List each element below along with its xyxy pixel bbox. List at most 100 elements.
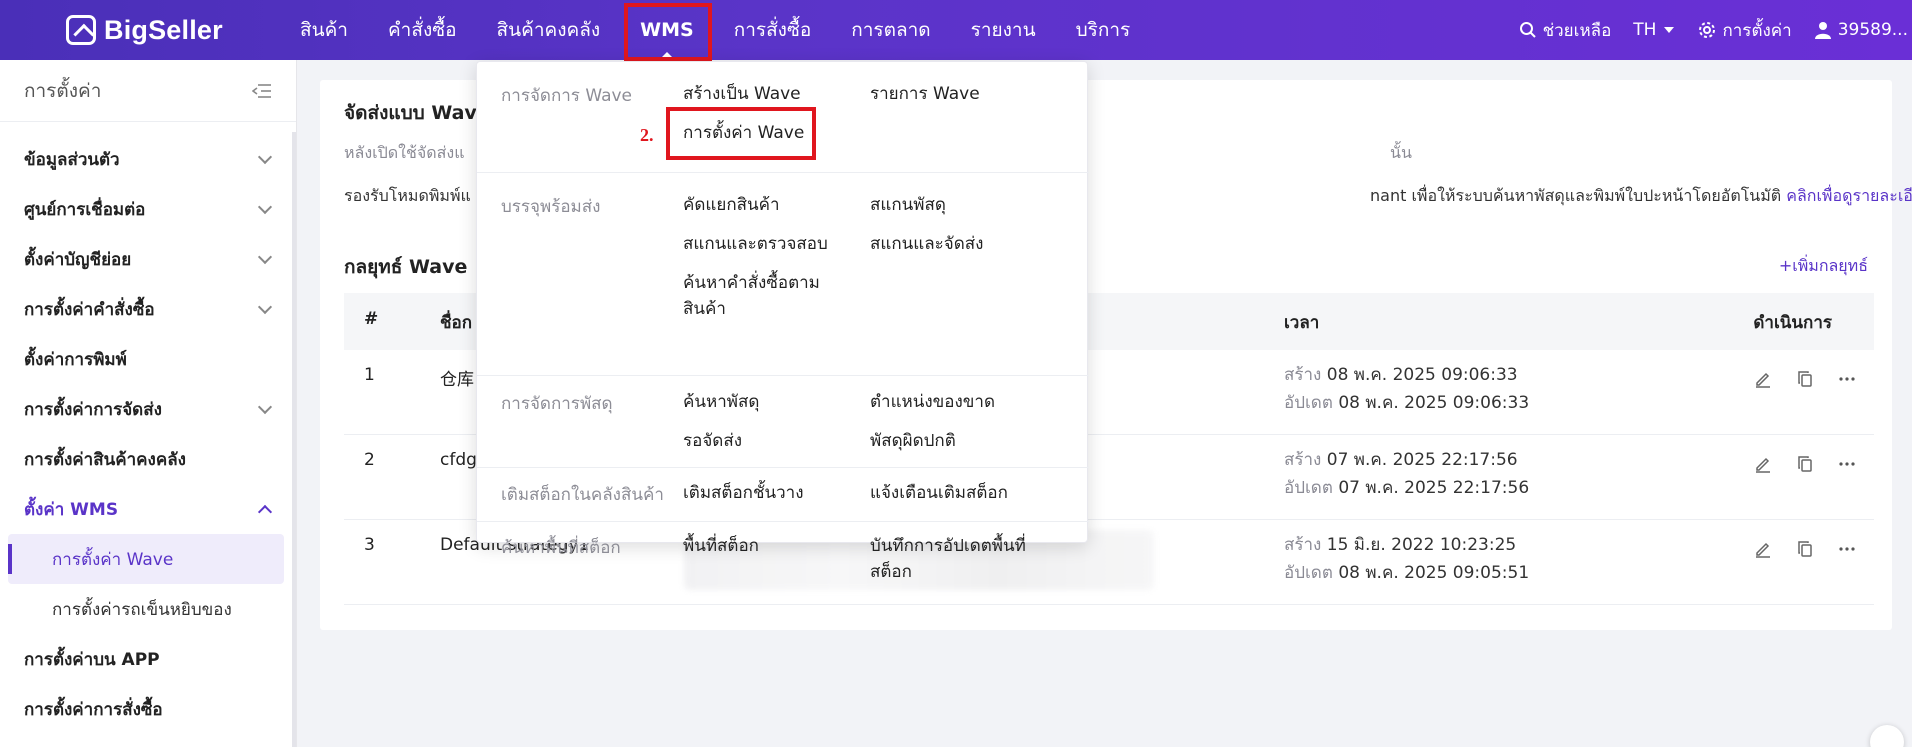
- menu-item-stock-area-log[interactable]: บันทึกการอัปเดตพื้นที่ สต็อก: [870, 533, 1026, 585]
- menu-item-label-line2: สินค้า: [683, 299, 726, 319]
- nav-reports[interactable]: รายงาน: [951, 0, 1056, 60]
- menu-item-abnormal-parcel[interactable]: พัสดุผิดปกติ: [870, 428, 956, 454]
- menu-item-stock-area[interactable]: พื้นที่สต็อก: [683, 533, 759, 559]
- updated-label: อัปเดต: [1284, 478, 1333, 498]
- copy-icon[interactable]: [1796, 370, 1814, 388]
- row-actions: [1754, 540, 1856, 558]
- sidebar-item-label: ตั้งค่า WMS: [24, 499, 119, 520]
- sidebar-header: การตั้งค่า: [0, 60, 296, 122]
- help-link[interactable]: ช่วยเหลือ: [1519, 17, 1611, 44]
- sidebar-item-subaccount[interactable]: ตั้งค่าบัญชีย่อย: [0, 234, 296, 284]
- copy-icon[interactable]: [1796, 540, 1814, 558]
- created-label: สร้าง: [1284, 365, 1322, 385]
- menu-item-missing-location[interactable]: ตำแหน่งของขาด: [870, 389, 995, 415]
- nav-purchase[interactable]: การสั่งซื้อ: [714, 0, 832, 60]
- menu-group-label: บรรจุพร้อมส่ง: [501, 197, 601, 217]
- menu-item-scan-verify[interactable]: สแกนและตรวจสอบ: [683, 231, 828, 257]
- updated-time: 08 พ.ค. 2025 09:06:33: [1338, 393, 1530, 413]
- updated-time: 07 พ.ค. 2025 22:17:56: [1338, 478, 1530, 498]
- settings-sidebar: การตั้งค่า ข้อมูลส่วนตัว ศูนย์การเชื่อมต…: [0, 60, 297, 747]
- more-icon[interactable]: [1838, 540, 1856, 558]
- created-label: สร้าง: [1284, 535, 1322, 555]
- more-icon[interactable]: [1838, 370, 1856, 388]
- sidebar-item-label: ศูนย์การเชื่อมต่อ: [24, 199, 146, 220]
- sidebar-item-integration[interactable]: ศูนย์การเชื่อมต่อ: [0, 184, 296, 234]
- wave-settings-highlight-box: [666, 107, 816, 160]
- menu-item-scan-ship[interactable]: สแกนและจัดส่ง: [870, 231, 983, 257]
- brand-logo[interactable]: BigSeller: [66, 12, 223, 48]
- user-icon: [1814, 22, 1831, 39]
- settings-label: การตั้งค่า: [1722, 20, 1792, 41]
- menu-group-label: ค้นหาพื้นที่สต็อก: [501, 538, 621, 558]
- menu-item-label-line1: ค้นหาคำสั่งซื้อตาม: [683, 273, 820, 293]
- menu-item-create-wave[interactable]: สร้างเป็น Wave: [683, 81, 801, 107]
- sidebar-item-wms[interactable]: ตั้งค่า WMS: [0, 484, 296, 534]
- nav-products[interactable]: สินค้า: [280, 0, 368, 60]
- chevron-down-icon: [257, 199, 273, 214]
- menu-item-wave-list[interactable]: รายการ Wave: [870, 81, 980, 107]
- menu-group-stock-area: ค้นหาพื้นที่สต็อก พื้นที่สต็อก บันทึกการ…: [477, 522, 1089, 582]
- row-index: 3: [364, 535, 375, 555]
- user-menu[interactable]: 39589...: [1814, 20, 1908, 40]
- created-time: 08 พ.ค. 2025 09:06:33: [1326, 365, 1518, 385]
- description-line-2: รองรับโหมดพิมพ์แ: [344, 186, 471, 205]
- language-select[interactable]: TH: [1633, 20, 1676, 40]
- menu-item-search-parcel[interactable]: ค้นหาพัสดุ: [683, 389, 759, 415]
- sidebar-scrollbar[interactable]: [292, 132, 296, 747]
- col-name: ชื่อก: [440, 313, 473, 333]
- floating-help-button[interactable]: [1870, 725, 1904, 747]
- edit-icon[interactable]: [1754, 370, 1772, 388]
- chevron-down-icon: [257, 249, 273, 264]
- updated-label: อัปเดต: [1284, 563, 1333, 583]
- sidebar-subitem-picking-cart[interactable]: การตั้งค่ารถเข็นหยิบของ: [8, 584, 284, 634]
- brand-name: BigSeller: [104, 14, 223, 45]
- menu-item-label-line2: สต็อก: [870, 562, 912, 582]
- menu-item-scan-parcel[interactable]: สแกนพัสดุ: [870, 192, 946, 218]
- nav-services[interactable]: บริการ: [1056, 0, 1151, 60]
- chevron-down-icon: [257, 399, 273, 414]
- sidebar-item-print[interactable]: ตั้งค่าการพิมพ์: [0, 334, 296, 384]
- nav-orders[interactable]: คำสั่งซื้อ: [368, 0, 477, 60]
- description-line-1: หลังเปิดใช้จัดส่งแ: [344, 143, 465, 162]
- settings-link[interactable]: การตั้งค่า: [1698, 17, 1792, 44]
- sidebar-item-inventory[interactable]: การตั้งค่าสินค้าคงคลัง: [0, 434, 296, 484]
- menu-item-replenish-alert[interactable]: แจ้งเตือนเติมสต็อก: [870, 480, 1008, 506]
- row-time: สร้าง 08 พ.ค. 2025 09:06:33 อัปเดต 08 พ.…: [1284, 361, 1529, 417]
- add-strategy-link[interactable]: +เพิ่มกลยุทธ์: [1779, 254, 1868, 279]
- collapse-menu-icon[interactable]: [252, 83, 272, 99]
- sidebar-item-purchase[interactable]: การตั้งค่าการสั่งซื้อ: [0, 684, 296, 734]
- sidebar-item-app[interactable]: การตั้งค่าบน APP: [0, 634, 296, 684]
- nav-marketing[interactable]: การตลาด: [831, 0, 950, 60]
- sidebar-item-profile[interactable]: ข้อมูลส่วนตัว: [0, 134, 296, 184]
- menu-item-search-order-by-product[interactable]: ค้นหาคำสั่งซื้อตาม สินค้า: [683, 270, 820, 322]
- menu-group-replenish: เติมสต็อกในคลังสินค้า เติมสต็อกชั้นวาง แ…: [477, 468, 1089, 522]
- edit-icon[interactable]: [1754, 540, 1772, 558]
- sidebar-item-label: ตั้งค่าบัญชีย่อย: [24, 249, 132, 270]
- sidebar-title: การตั้งค่า: [24, 79, 102, 102]
- usage-details-link[interactable]: คลิกเพื่อดูรายละเอียดการใช้งาน: [1786, 186, 1912, 205]
- row-index: 2: [364, 450, 375, 470]
- menu-item-shelf-replenish[interactable]: เติมสต็อกชั้นวาง: [683, 480, 804, 506]
- sidebar-subitem-wave[interactable]: การตั้งค่า Wave: [8, 534, 284, 584]
- menu-item-sort-products[interactable]: คัดแยกสินค้า: [683, 192, 780, 218]
- col-index: #: [364, 309, 379, 329]
- updated-label: อัปเดต: [1284, 393, 1333, 413]
- sidebar-item-label: การตั้งค่าบน APP: [24, 649, 160, 670]
- description-line-1-tail: นั้น: [1390, 143, 1412, 162]
- copy-icon[interactable]: [1796, 455, 1814, 473]
- nav-inventory[interactable]: สินค้าคงคลัง: [477, 0, 621, 60]
- edit-icon[interactable]: [1754, 455, 1772, 473]
- user-id: 39589...: [1837, 20, 1908, 40]
- wms-highlight-box: [624, 3, 712, 61]
- description-line-2-tail: nant เพื่อให้ระบบค้นหาพัสดุและพิมพ์ใบปะห…: [1370, 184, 1912, 209]
- more-icon[interactable]: [1838, 455, 1856, 473]
- sidebar-item-label: การตั้งค่าการจัดส่ง: [24, 399, 162, 420]
- search-icon: [1519, 22, 1536, 38]
- sidebar-item-label: การตั้งค่าการสั่งซื้อ: [24, 699, 163, 720]
- sidebar-item-shipping[interactable]: การตั้งค่าการจัดส่ง: [0, 384, 296, 434]
- step-2-marker: 2.: [640, 125, 654, 145]
- sidebar-item-label: ข้อมูลส่วนตัว: [24, 149, 120, 170]
- page-title: จัดส่งแบบ Wav: [344, 102, 477, 124]
- sidebar-item-order-settings[interactable]: การตั้งค่าคำสั่งซื้อ: [0, 284, 296, 334]
- menu-item-pending-shipment[interactable]: รอจัดส่ง: [683, 428, 742, 454]
